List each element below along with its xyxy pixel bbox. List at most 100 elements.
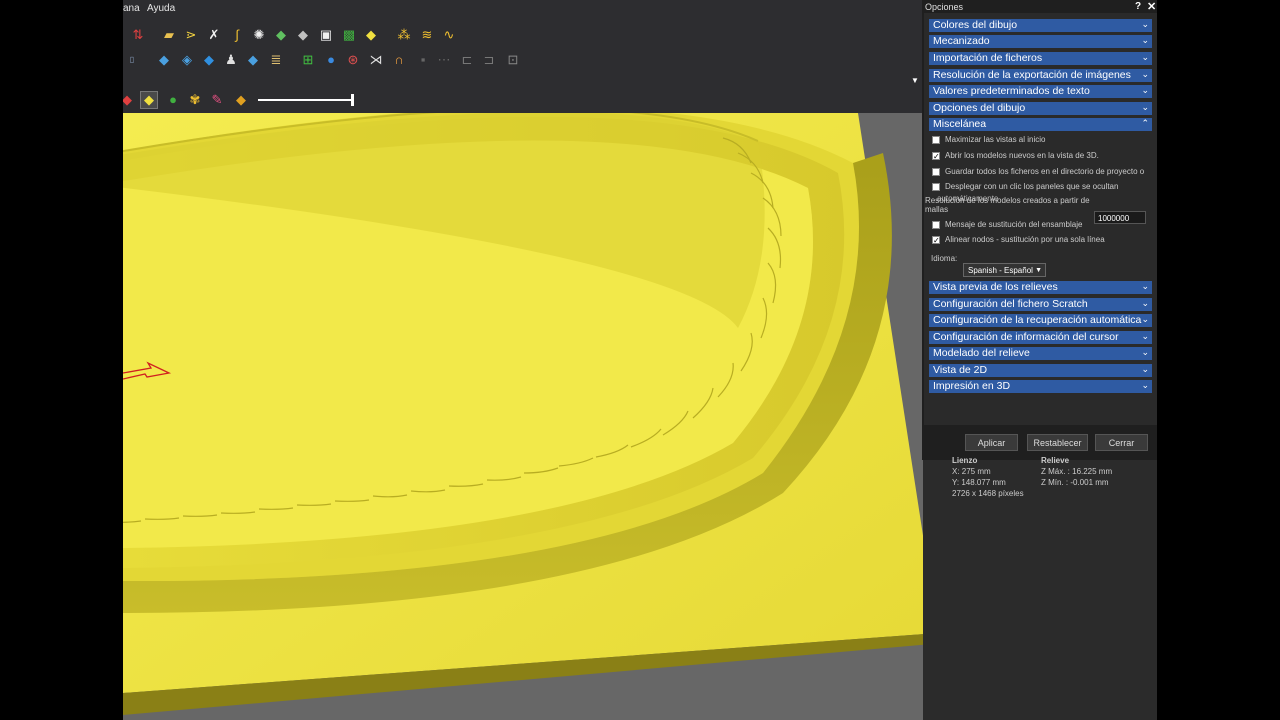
blue-shape-icon[interactable]: ◈	[179, 52, 195, 68]
pattern-icon[interactable]: ≋	[419, 27, 435, 43]
shape-icon[interactable]: ▯	[124, 52, 140, 68]
section-3d-print[interactable]: Impresión en 3D ⌄	[929, 380, 1152, 393]
sandwich-icon[interactable]: ◆	[245, 52, 261, 68]
checkbox[interactable]	[932, 168, 940, 176]
checkbox[interactable]	[932, 136, 940, 144]
disabled-5-icon: ⊡	[507, 52, 519, 67]
section-relief-modeling[interactable]: Modelado del relieve ⌄	[929, 347, 1152, 360]
section-misc[interactable]: Miscelánea ⌃	[929, 118, 1152, 131]
wave-icon[interactable]: ∿	[441, 27, 457, 43]
yellow-plane-icon[interactable]: ◆	[140, 91, 158, 109]
canvas-pixels: 2726 x 1468 píxeles	[952, 489, 1024, 498]
relief-grey-icon[interactable]: ◆	[295, 27, 311, 43]
tool-icon[interactable]: ✗	[206, 27, 222, 43]
chevron-down-icon: ⌄	[1141, 19, 1149, 29]
panel-title: Opciones	[925, 2, 964, 12]
mesh-resolution-input[interactable]: 1000000	[1094, 211, 1146, 224]
canvas-x: X: 275 mm	[952, 467, 991, 476]
plate-icon[interactable]: ♟	[223, 52, 239, 68]
section-cursor-info[interactable]: Configuración de información del cursor ⌄	[929, 331, 1152, 344]
ink-icon[interactable]: ●	[323, 52, 339, 68]
relief-title: Relieve	[1041, 456, 1070, 465]
paint-icon[interactable]: ✾	[187, 92, 203, 108]
toolbar-area: ⇅ ▰ ⋗ ✗ ∫ ✺ ◆ ◆ ▣ ▩ ◆ ⁂ ≋ ∿ ▯ ◆ ◈ ◆ ♟ ◆ …	[123, 18, 923, 113]
black-border	[1157, 0, 1280, 720]
chevron-down-icon: ⌄	[1141, 314, 1149, 324]
application-window: ana Ayuda ⇅ ▰ ⋗ ✗ ∫ ✺ ◆ ◆ ▣ ▩ ◆ ⁂ ≋ ∿ ▯ …	[123, 0, 1157, 720]
checkbox-checked[interactable]: ✓	[932, 152, 940, 161]
disabled-1-icon: ▪	[420, 52, 426, 67]
green-blob-icon[interactable]: ●	[165, 92, 181, 108]
add-green-icon[interactable]: ⊞	[300, 52, 316, 68]
chevron-down-icon: ⌄	[1141, 52, 1149, 62]
section-file-import[interactable]: Importación de ficheros ⌄	[929, 52, 1152, 65]
layers-stack-icon[interactable]: ≣	[268, 52, 284, 68]
canvas-y: Y: 148.077 mm	[952, 478, 1006, 487]
section-scratch-file[interactable]: Configuración del fichero Scratch ⌄	[929, 298, 1152, 311]
chevron-down-icon: ⌄	[1141, 364, 1149, 374]
multi-color-icon[interactable]: ◆	[233, 92, 249, 108]
apply-button[interactable]: Aplicar	[965, 434, 1018, 451]
close-button[interactable]: Cerrar	[1095, 434, 1148, 451]
ring-icon[interactable]: ⊛	[345, 52, 361, 68]
checkbox[interactable]	[932, 183, 940, 191]
section-autorecover[interactable]: Configuración de la recuperación automát…	[929, 314, 1152, 327]
disabled-3-icon: ⊏	[461, 52, 473, 67]
chevron-down-icon: ⌄	[1141, 69, 1149, 79]
close-icon[interactable]: ✕	[1147, 0, 1156, 13]
checkbox[interactable]	[932, 221, 940, 229]
options-panel: Opciones ? ✕ Colores del dibujo ⌄ Mecaniz…	[922, 0, 1157, 460]
order-icon[interactable]: ⇅	[130, 27, 146, 43]
figure-icon[interactable]: ◆	[201, 52, 217, 68]
checkbox-checked[interactable]: ✓	[932, 236, 940, 245]
section-image-export[interactable]: Resolución de la exportación de imágenes…	[929, 69, 1152, 82]
3d-viewport[interactable]	[123, 113, 923, 720]
relief-yellow-icon[interactable]: ◆	[363, 27, 379, 43]
help-icon[interactable]: ?	[1135, 1, 1141, 12]
layers-icon[interactable]: ▩	[341, 27, 357, 43]
chevron-down-icon: ⌄	[1141, 380, 1149, 390]
chevron-down-icon: ▼	[1035, 267, 1042, 274]
relief-zmin: Z Mín. : -0.001 mm	[1041, 478, 1109, 487]
chevron-down-icon: ⌄	[1141, 85, 1149, 95]
section-relief-preview[interactable]: Vista previa de los relieves ⌄	[929, 281, 1152, 294]
relief-green-icon[interactable]: ◆	[273, 27, 289, 43]
zoom-slider-thumb[interactable]	[351, 94, 354, 106]
relief-model	[123, 113, 923, 720]
nodes-icon[interactable]: ⁂	[396, 27, 412, 43]
disabled-4-icon: ⊐	[483, 52, 495, 67]
frame-icon[interactable]: ▣	[318, 27, 334, 43]
menu-bar: ana Ayuda	[123, 0, 923, 18]
language-label: Idioma:	[931, 254, 958, 263]
chevron-down-icon: ⌄	[1141, 102, 1149, 112]
menu-help[interactable]: Ayuda	[147, 3, 175, 14]
panel-body: Colores del dibujo ⌄ Mecanizado ⌄ Importac…	[924, 13, 1157, 425]
section-2d-view[interactable]: Vista de 2D ⌄	[929, 364, 1152, 377]
burst-icon[interactable]: ✺	[251, 27, 267, 43]
zoom-slider-track[interactable]	[258, 99, 353, 101]
shade-icon[interactable]: ◆	[123, 92, 135, 108]
chevron-down-icon: ⌄	[1141, 347, 1149, 357]
relief-zmax: Z Máx. : 16.225 mm	[1041, 467, 1113, 476]
option-mesh-resolution: Resolución de los modelos creados a part…	[925, 196, 1090, 214]
eraser-icon[interactable]: ✎	[209, 92, 225, 108]
split-icon[interactable]: ⋊	[368, 52, 384, 68]
chevron-down-icon: ⌄	[1141, 331, 1149, 341]
arch-icon[interactable]: ∩	[391, 52, 407, 68]
section-drawing-colors[interactable]: Colores del dibujo ⌄	[929, 19, 1152, 32]
chevron-down-icon: ⌄	[1141, 35, 1149, 45]
section-machining[interactable]: Mecanizado ⌄	[929, 35, 1152, 48]
section-text-defaults[interactable]: Valores predeterminados de texto ⌄	[929, 85, 1152, 98]
vector-icon[interactable]: ⋗	[183, 27, 199, 43]
toolbar-overflow-icon[interactable]: ▼	[911, 76, 919, 85]
disabled-2-icon: ⋯	[437, 52, 451, 67]
section-drawing-options[interactable]: Opciones del dibujo ⌄	[929, 102, 1152, 115]
curve-icon[interactable]: ∫	[229, 27, 245, 43]
chevron-up-icon: ⌃	[1141, 118, 1149, 128]
menu-window[interactable]: ana	[123, 3, 140, 14]
canvas-title: Lienzo	[952, 456, 978, 465]
language-select[interactable]: Spanish - Español ▼	[963, 263, 1046, 277]
reset-button[interactable]: Restablecer	[1027, 434, 1088, 451]
folder-open-icon[interactable]: ▰	[161, 27, 177, 43]
stack-icon[interactable]: ◆	[156, 52, 172, 68]
